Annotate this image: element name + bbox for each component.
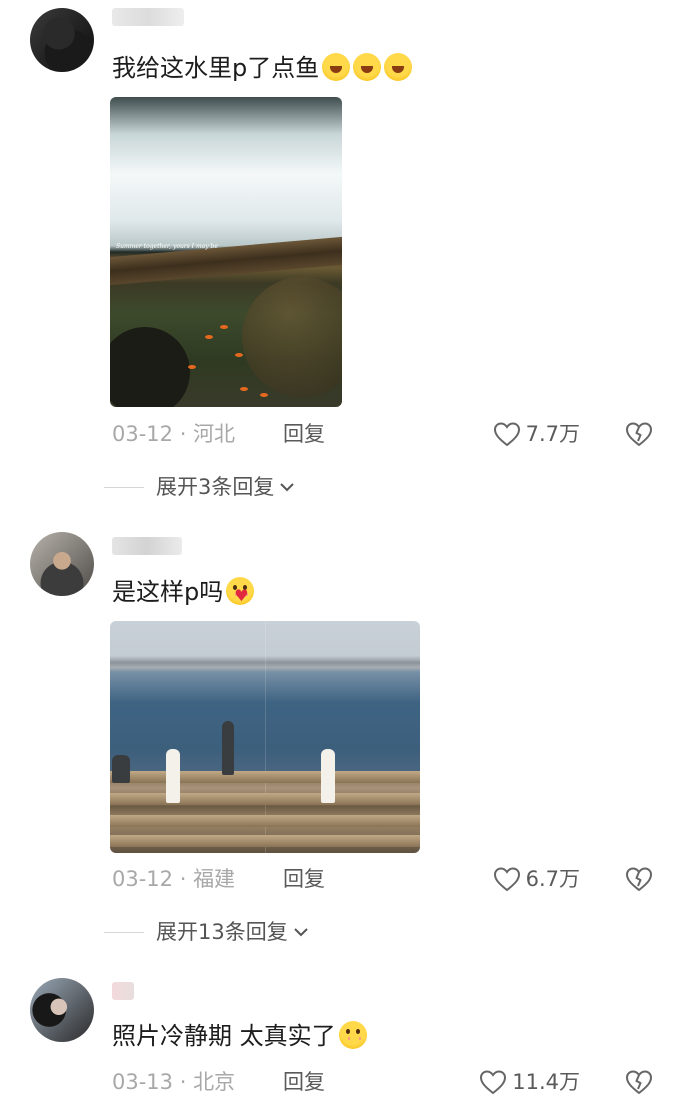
meta-separator: ·: [173, 422, 194, 446]
avatar[interactable]: [30, 532, 94, 596]
photo-detail: [110, 815, 420, 827]
photo-detail: [110, 771, 420, 783]
reply-button[interactable]: 回复: [283, 1068, 325, 1096]
comment-text: 我给这水里p了点鱼: [112, 52, 413, 84]
photo-detail: [110, 793, 420, 805]
meta-separator: ·: [173, 1070, 194, 1094]
person-white-coat: [166, 749, 180, 803]
broken-heart-icon[interactable]: [624, 1068, 654, 1096]
comment-date: 03-12: [112, 422, 174, 446]
laugh-cry-emoji-icon: [353, 53, 382, 81]
expand-replies-label: 展开3条回复: [156, 475, 275, 499]
fish-detail: [235, 353, 243, 357]
comment-date: 03-12: [112, 867, 174, 891]
fish-detail: [220, 325, 228, 329]
photo-detail: [242, 277, 342, 397]
like-button[interactable]: 7.7万: [492, 420, 580, 448]
username-blurred[interactable]: [112, 537, 182, 555]
comment-text-body: 是这样p吗: [112, 578, 224, 606]
photo-detail: [110, 327, 190, 407]
comment-location: 北京: [193, 1070, 236, 1094]
fish-detail: [205, 335, 213, 339]
username-blurred[interactable]: [112, 982, 134, 1000]
reply-button[interactable]: 回复: [283, 865, 325, 893]
laugh-cry-emoji-icon: [322, 53, 351, 81]
meta-separator: ·: [173, 867, 194, 891]
username-blurred[interactable]: [112, 8, 184, 26]
comment-text: 照片冷静期 太真实了: [112, 1020, 367, 1052]
divider-line: [104, 931, 144, 933]
comment-meta: 03-12 · 河北: [112, 420, 235, 448]
fish-detail: [188, 365, 196, 369]
comment-text: 是这样p吗: [112, 576, 255, 608]
fish-detail: [240, 387, 248, 391]
image-caption: Summer together, yours I may be: [116, 243, 218, 250]
heart-icon: [493, 422, 520, 447]
expand-replies-button[interactable]: 展开3条回复: [104, 473, 296, 501]
broken-heart-icon[interactable]: [624, 865, 654, 893]
like-button[interactable]: 6.7万: [492, 865, 580, 893]
broken-heart-icon[interactable]: [624, 420, 654, 448]
like-button[interactable]: 11.4万: [478, 1068, 580, 1096]
like-count: 11.4万: [512, 1070, 580, 1094]
comment-meta: 03-13 · 北京: [112, 1068, 235, 1096]
comment-text-body: 我给这水里p了点鱼: [112, 54, 320, 82]
heart-icon: [493, 867, 520, 892]
expand-replies-label: 展开13条回复: [156, 920, 288, 944]
person-sitting: [112, 755, 130, 783]
avatar[interactable]: [30, 8, 94, 72]
like-count: 6.7万: [525, 867, 580, 891]
reply-button[interactable]: 回复: [283, 420, 325, 448]
person-white-coat: [321, 749, 335, 803]
divider-line: [104, 486, 144, 488]
comment-location: 福建: [193, 867, 236, 891]
heart-icon: [480, 1070, 507, 1095]
chevron-down-icon: [280, 483, 295, 492]
heart-hug-emoji-icon: [226, 577, 255, 605]
comment-image[interactable]: [110, 621, 420, 853]
avatar[interactable]: [30, 978, 94, 1042]
comment-image[interactable]: Summer together, yours I may be: [110, 97, 342, 407]
expand-replies-button[interactable]: 展开13条回复: [104, 918, 310, 946]
fish-detail: [260, 393, 268, 397]
like-count: 7.7万: [525, 422, 580, 446]
comment-text-body: 照片冷静期 太真实了: [112, 1022, 336, 1050]
comment-date: 03-13: [112, 1070, 174, 1094]
comment-location: 河北: [193, 422, 236, 446]
person-standing: [222, 721, 234, 775]
chevron-down-icon: [294, 928, 308, 937]
pleading-emoji-icon: [338, 1021, 367, 1049]
photo-detail: [110, 835, 420, 847]
laugh-cry-emoji-icon: [384, 53, 413, 81]
comment-meta: 03-12 · 福建: [112, 865, 235, 893]
